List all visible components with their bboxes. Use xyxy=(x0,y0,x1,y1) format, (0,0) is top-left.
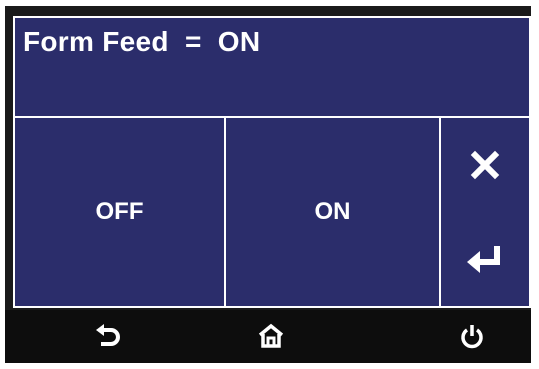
off-button-label: OFF xyxy=(95,198,144,225)
close-icon xyxy=(470,150,500,180)
back-button[interactable] xyxy=(89,318,129,354)
home-button[interactable] xyxy=(251,318,291,354)
power-icon xyxy=(461,325,483,349)
home-icon xyxy=(258,323,284,348)
device-screen: Form Feed = ON OFF ON xyxy=(5,6,531,363)
off-button[interactable]: OFF xyxy=(15,118,224,306)
enter-icon xyxy=(467,246,500,273)
on-button[interactable]: ON xyxy=(226,118,439,306)
enter-button[interactable] xyxy=(441,212,529,306)
back-icon xyxy=(96,324,120,346)
side-action-column xyxy=(441,118,529,306)
on-button-label: ON xyxy=(314,198,351,225)
settings-panel: Form Feed = ON OFF ON xyxy=(13,16,531,308)
bottom-nav-bar xyxy=(5,310,531,363)
cancel-button[interactable] xyxy=(441,118,529,212)
setting-title: Form Feed = ON xyxy=(23,26,261,57)
power-button[interactable] xyxy=(452,318,492,354)
setting-header: Form Feed = ON xyxy=(15,18,529,116)
